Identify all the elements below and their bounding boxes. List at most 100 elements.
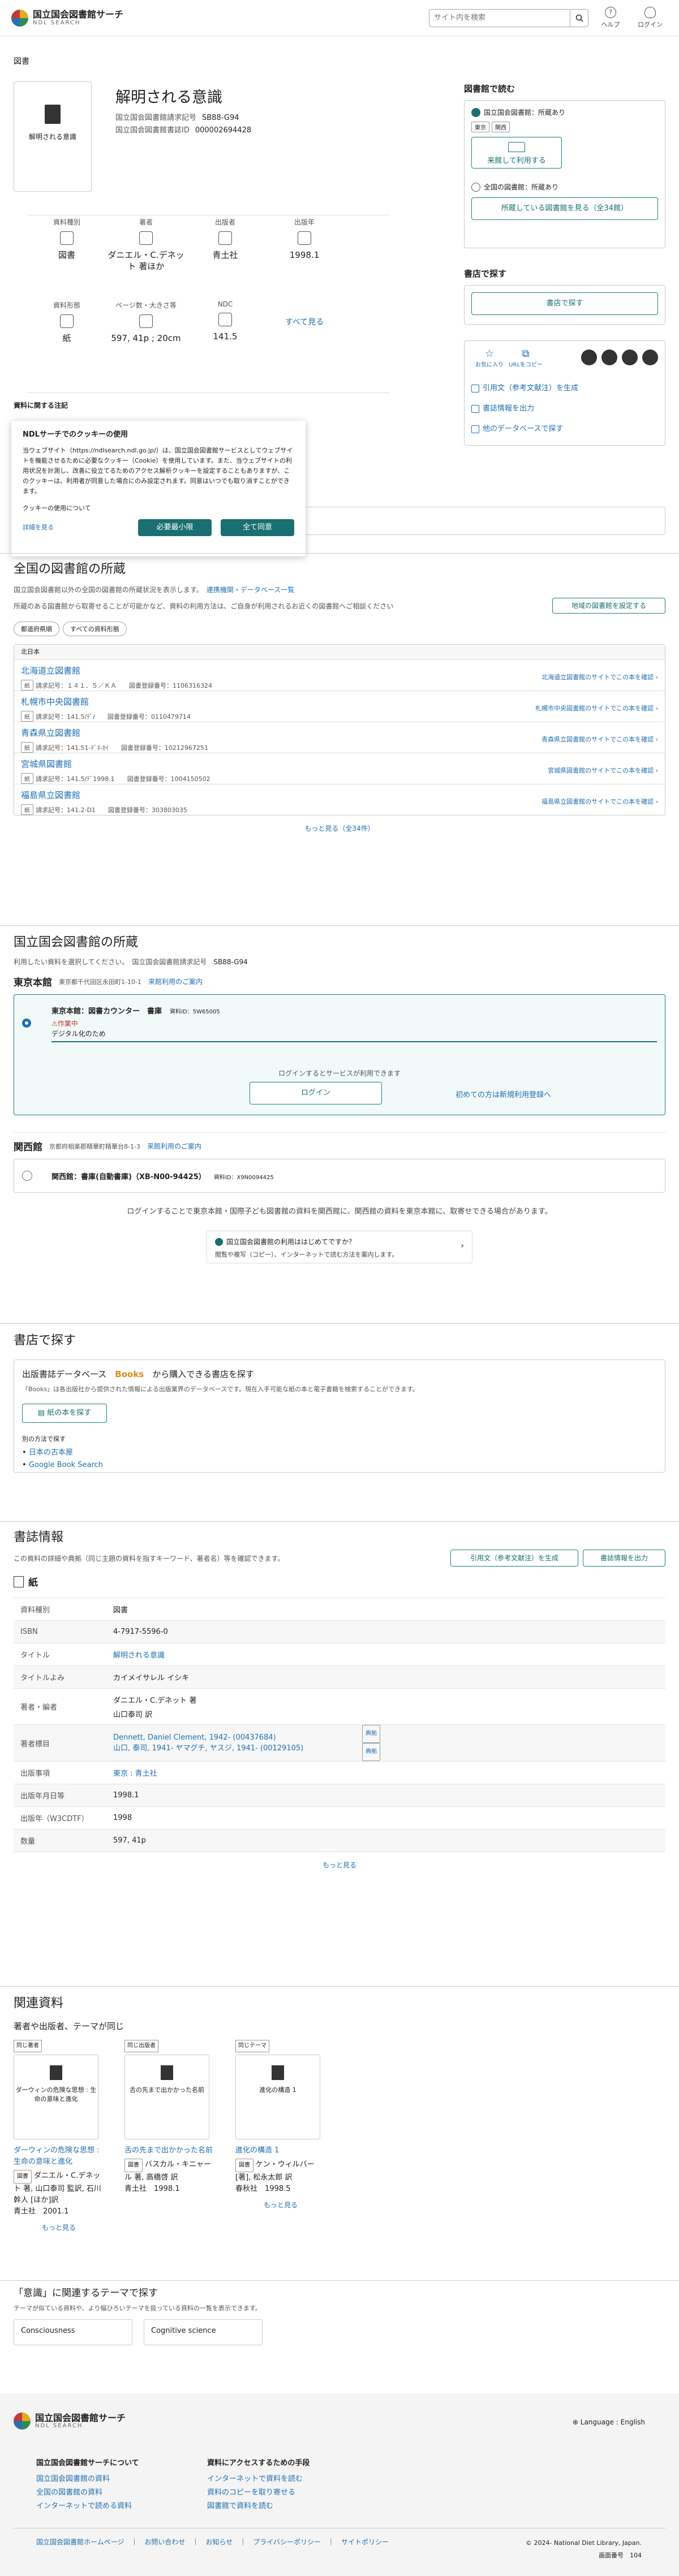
biblio-value[interactable]: Dennett, Daniel Clement, 1942- (00437684…	[113, 1733, 362, 1742]
library-site-link[interactable]: 宮城県図書館のサイトでこの本を確認 ›	[548, 766, 658, 775]
kansai-holding-card[interactable]: 関西館：書庫(自動書庫)（XB-N00-94425） 資料ID：X9N009442…	[14, 1159, 665, 1193]
cookie-detail-link[interactable]: 詳細を見る	[23, 523, 54, 533]
tokyo-radio[interactable]	[22, 1019, 31, 1028]
footer-link[interactable]: インターネットで読める資料	[36, 2502, 132, 2510]
search-button[interactable]	[570, 8, 588, 27]
first-time-banner[interactable]: 国立国会図書館の利用ははじめてですか？ 閲覧や複写（コピー）、インターネットで読…	[207, 1231, 472, 1263]
authority-tag[interactable]: 典拠	[362, 1725, 380, 1743]
visit-button[interactable]: 来館して利用する	[471, 137, 562, 169]
search-input[interactable]	[429, 8, 570, 27]
library-site-link[interactable]: 北海道立図書館のサイトでこの本を確認 ›	[542, 672, 658, 681]
help-button[interactable]: ? ヘルプ	[593, 7, 628, 29]
ndl-login-button[interactable]: ログイン	[250, 1082, 382, 1104]
help-label: ヘルプ	[601, 21, 620, 28]
library-id: 図書登録番号：1106316324	[129, 682, 212, 689]
footer-sitepolicy[interactable]: サイトポリシー	[341, 2538, 389, 2546]
footer-privacy[interactable]: プライバシーポリシー	[253, 2538, 321, 2546]
building-icon	[508, 142, 525, 152]
facet-value: 紙	[62, 333, 71, 343]
paper-tag: 紙	[21, 773, 33, 784]
footer-link[interactable]: 図書館で資料を読む	[207, 2502, 273, 2510]
calendar-icon	[298, 231, 311, 245]
cover-title: 解明される意識	[28, 133, 76, 141]
paper-tag: 紙	[21, 680, 33, 691]
cookie-about: クッキーの使用について	[23, 504, 91, 512]
favorite-button[interactable]: ☆ お気に入り	[471, 348, 508, 368]
facet: 出版年 1998.1	[265, 217, 344, 272]
other-db-link[interactable]: 他のデータベースで探す	[471, 419, 658, 439]
library-site-link[interactable]: 青森県立図書館のサイトでこの本を確認 ›	[542, 735, 658, 744]
find-paper-book-button[interactable]: ▤ 紙の本を探す	[22, 1404, 107, 1423]
shop-box: 書店で探す	[464, 285, 665, 325]
related-card[interactable]: 同じ著者 ダーウィンの危険な思想 : 生命の意味と進化 ダーウィンの危険な思想 …	[14, 2040, 104, 2233]
notes-label: 資料に関する注記	[14, 402, 68, 409]
kosho-link[interactable]: 日本の古本屋	[29, 1448, 73, 1457]
see-all-link[interactable]: すべて見る	[285, 318, 324, 327]
library-site-link[interactable]: 福島県立図書館のサイトでこの本を確認 ›	[542, 797, 658, 806]
kansai-radio[interactable]	[22, 1171, 32, 1181]
library-row: 札幌市中央図書館 紙請求記号：141.5/ﾃﾞ/ 図書登録番号：01104797…	[14, 691, 665, 722]
mail-share-icon[interactable]	[642, 349, 658, 365]
biblio-value[interactable]: 東京 : 青土社	[113, 1767, 665, 1778]
related-title-link[interactable]: 進化の構造 1	[235, 2145, 326, 2156]
holdings-button[interactable]: 所蔵している図書館を見る（全34館）	[471, 197, 658, 220]
shop-button[interactable]: 書店で探す	[471, 292, 658, 315]
footer-ndl-home[interactable]: 国立国会図書館ホームページ	[36, 2538, 124, 2546]
biblio-row: 資料種別 図書	[14, 1598, 665, 1620]
url-copy-button[interactable]: ⧉ URLをコピー	[508, 348, 544, 368]
footer-logo[interactable]: 国立国会図書館サーチ NDL SEARCH	[14, 2413, 126, 2430]
related-cover[interactable]: ダーウィンの危険な思想 : 生命の意味と進化	[14, 2055, 98, 2139]
facebook-share-icon[interactable]	[601, 349, 617, 365]
kansai-guide-link[interactable]: 来館利用のご案内	[147, 1141, 201, 1151]
theme-cognitive-science[interactable]: Cognitive science	[144, 2319, 263, 2345]
line-share-icon[interactable]	[622, 349, 638, 365]
partner-list-link[interactable]: 連携機関・データベース一覧	[207, 586, 294, 594]
google-books-link[interactable]: Google Book Search	[29, 1461, 103, 1469]
language-switch[interactable]: ⊕ Language : English	[573, 2418, 645, 2426]
national-title: 全国の図書館の所蔵	[14, 562, 126, 576]
authority-tag[interactable]: 典拠	[362, 1743, 380, 1761]
biblio-export-button[interactable]: 書誌情報を出力	[583, 1550, 665, 1567]
x-share-icon[interactable]	[581, 349, 597, 365]
biblio-more-link[interactable]: もっと見る	[323, 1861, 356, 1869]
footer-link[interactable]: インターネットで資料を読む	[207, 2475, 303, 2483]
tokyo-holding-card[interactable]: 東京本館：図書カウンター 書庫 資料ID：5W65005 ⚠作業中 デジタル化のた…	[14, 994, 665, 1115]
related-more-link[interactable]: もっと見る	[42, 2224, 76, 2232]
material-type-filter[interactable]: すべての資料形態	[63, 622, 127, 636]
biblio-row: 出版年（W3CDTF） 1998	[14, 1806, 665, 1829]
cookie-necessary-button[interactable]: 必要最小限	[138, 519, 212, 536]
biblio-value[interactable]: 解明される意識	[113, 1649, 665, 1660]
export-link[interactable]: 書誌情報を出力	[471, 399, 658, 419]
biblio-cite-button[interactable]: 引用文（参考文献注）を生成	[450, 1550, 578, 1567]
related-cover[interactable]: 舌の先まで出かかった名前	[124, 2055, 209, 2139]
register-link[interactable]: 初めての方は新規利用登録へ	[455, 1089, 551, 1099]
login-button[interactable]: ログイン	[633, 7, 668, 29]
footer-link[interactable]: 国立国会図書館の資料	[36, 2475, 110, 2483]
theme-consciousness[interactable]: Consciousness	[14, 2319, 132, 2345]
tokyo-guide-link[interactable]: 来館利用のご案内	[148, 977, 203, 986]
related-title-link[interactable]: 舌の先まで出かかった名前	[124, 2145, 215, 2156]
prefecture-sort-filter[interactable]: 都道府県順	[14, 622, 59, 636]
more-libraries-link[interactable]: もっと見る（全34件）	[304, 825, 374, 832]
biblio-value[interactable]: 山口, 泰司, 1941- ヤマグチ, ヤスジ, 1941- (00129105…	[113, 1742, 362, 1753]
search-icon	[575, 14, 583, 22]
footer-news[interactable]: お知らせ	[205, 2538, 233, 2546]
related-card[interactable]: 同じ出版者 舌の先まで出かかった名前 舌の先まで出かかった名前 図書 バスカル・キ…	[124, 2040, 215, 2195]
cite-link[interactable]: 引用文（参考文献注）を生成	[471, 378, 658, 399]
footer-logo-ja: 国立国会図書館サーチ	[35, 2412, 126, 2423]
cookie-accept-button[interactable]: 全て同意	[221, 519, 294, 536]
related-card[interactable]: 同じテーマ 進化の構造 1 進化の構造 1 図書 ケン・ウィルバー [著], 松永…	[235, 2040, 326, 2211]
related-cover[interactable]: 進化の構造 1	[235, 2055, 320, 2139]
facet-value: ダニエル・C.デネット 著ほか	[108, 250, 184, 271]
footer-link[interactable]: 全国の図書館の資料	[36, 2488, 102, 2497]
divider	[0, 2280, 679, 2281]
footer-contact[interactable]: お問い合わせ	[144, 2538, 185, 2546]
site-logo[interactable]: 国立国会図書館サーチ NDL SEARCH	[11, 9, 123, 27]
local-library-button[interactable]: 地域の図書館を設定する	[552, 598, 665, 614]
biblio-value: カイメイサレル イシキ	[113, 1674, 190, 1682]
footer-link[interactable]: 資料のコピーを取り寄せる	[207, 2488, 295, 2497]
related-more-link[interactable]: もっと見る	[264, 2201, 298, 2209]
library-site-link[interactable]: 札幌市中央図書館のサイトでこの本を確認 ›	[535, 704, 658, 713]
related-title-link[interactable]: ダーウィンの危険な思想 : 生命の意味と進化	[14, 2145, 104, 2168]
facet-label: 出版者	[214, 218, 235, 226]
